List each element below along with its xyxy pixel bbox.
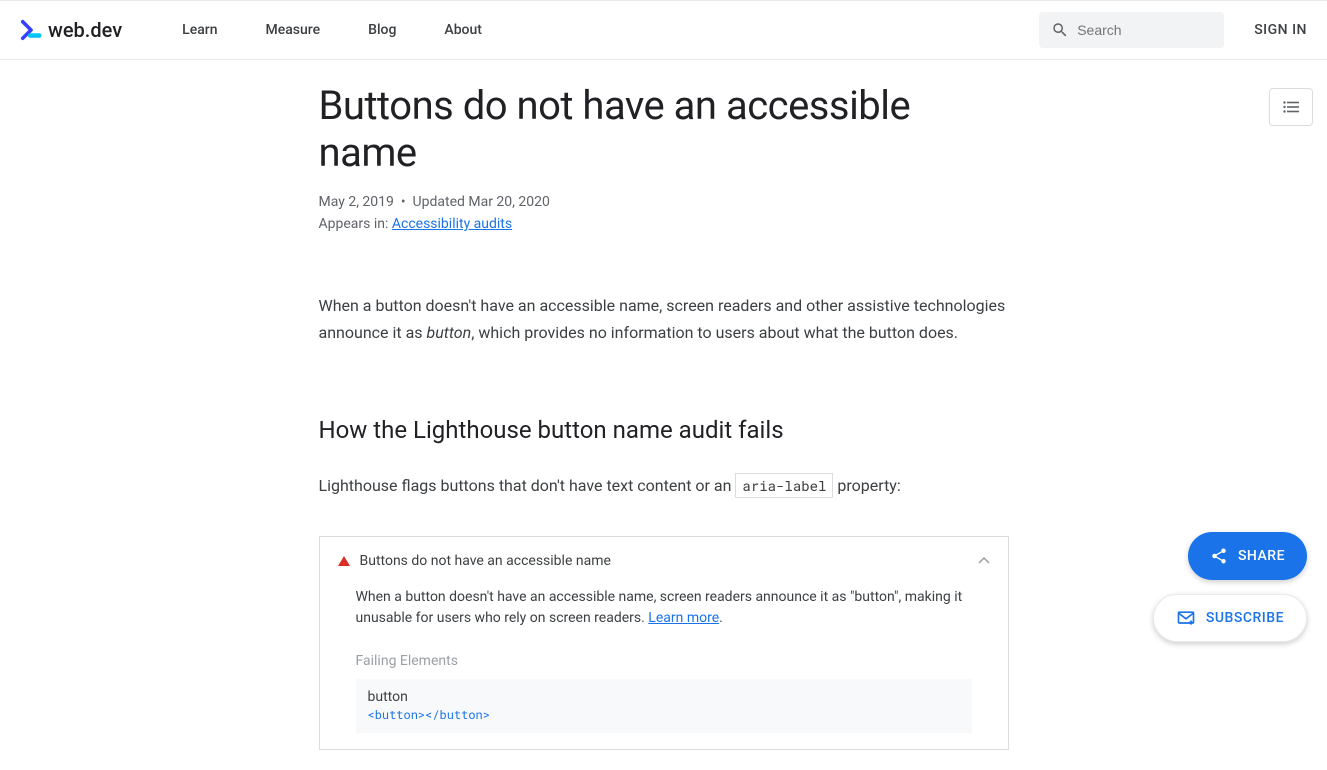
main-content: Buttons do not have an accessible name M… [299, 60, 1029, 770]
failing-element-row: button <button></button> [356, 679, 972, 733]
appears-in-link[interactable]: Accessibility audits [392, 216, 512, 232]
appears-in-label: Appears in: [319, 216, 389, 232]
chevron-up-icon [978, 554, 990, 568]
logo[interactable]: web.dev [20, 18, 122, 42]
nav-about[interactable]: About [444, 22, 482, 38]
toc-button[interactable] [1269, 88, 1313, 126]
audit-title: Buttons do not have an accessible name [360, 553, 611, 569]
nav-learn[interactable]: Learn [182, 22, 217, 38]
failing-elements-label: Failing Elements [356, 653, 990, 669]
failing-element-name: button [368, 689, 960, 705]
publish-date: May 2, 2019 [319, 194, 394, 210]
failing-element-code: <button></button> [368, 707, 960, 723]
section-heading: How the Lighthouse button name audit fai… [319, 416, 1009, 444]
primary-nav: Learn Measure Blog About [182, 22, 482, 38]
search-input[interactable] [1077, 22, 1212, 38]
page-meta: May 2, 2019 • Updated Mar 20, 2020 [319, 194, 1009, 210]
nav-blog[interactable]: Blog [368, 22, 396, 38]
audit-header[interactable]: Buttons do not have an accessible name [338, 553, 990, 569]
code-inline: aria-label [735, 473, 833, 498]
nav-measure[interactable]: Measure [266, 22, 321, 38]
warning-icon [338, 556, 350, 566]
appears-in: Appears in: Accessibility audits [319, 216, 1009, 232]
intro-paragraph: When a button doesn't have an accessible… [319, 292, 1009, 346]
subscribe-label: SUBSCRIBE [1206, 610, 1284, 626]
share-icon [1210, 547, 1228, 565]
audit-description: When a button doesn't have an accessible… [356, 587, 972, 629]
header-right: SIGN IN [1039, 12, 1307, 48]
site-header: web.dev Learn Measure Blog About SIGN IN [0, 0, 1327, 60]
signin-button[interactable]: SIGN IN [1254, 22, 1307, 38]
logo-text: web.dev [48, 18, 122, 42]
search-box[interactable] [1039, 12, 1224, 48]
section-text: Lighthouse flags buttons that don't have… [319, 472, 1009, 499]
webdev-logo-icon [20, 19, 42, 41]
fab-container: SHARE SUBSCRIBE [1153, 532, 1307, 642]
page-title: Buttons do not have an accessible name [319, 82, 1009, 176]
subscribe-button[interactable]: SUBSCRIBE [1153, 594, 1307, 642]
mail-icon [1176, 608, 1196, 628]
learn-more-link[interactable]: Learn more [648, 610, 719, 626]
list-icon [1283, 98, 1299, 117]
share-label: SHARE [1238, 548, 1285, 564]
search-icon [1051, 21, 1069, 39]
lighthouse-audit-box: Buttons do not have an accessible name W… [319, 536, 1009, 750]
updated-date: Updated Mar 20, 2020 [413, 194, 550, 210]
share-button[interactable]: SHARE [1188, 532, 1307, 580]
